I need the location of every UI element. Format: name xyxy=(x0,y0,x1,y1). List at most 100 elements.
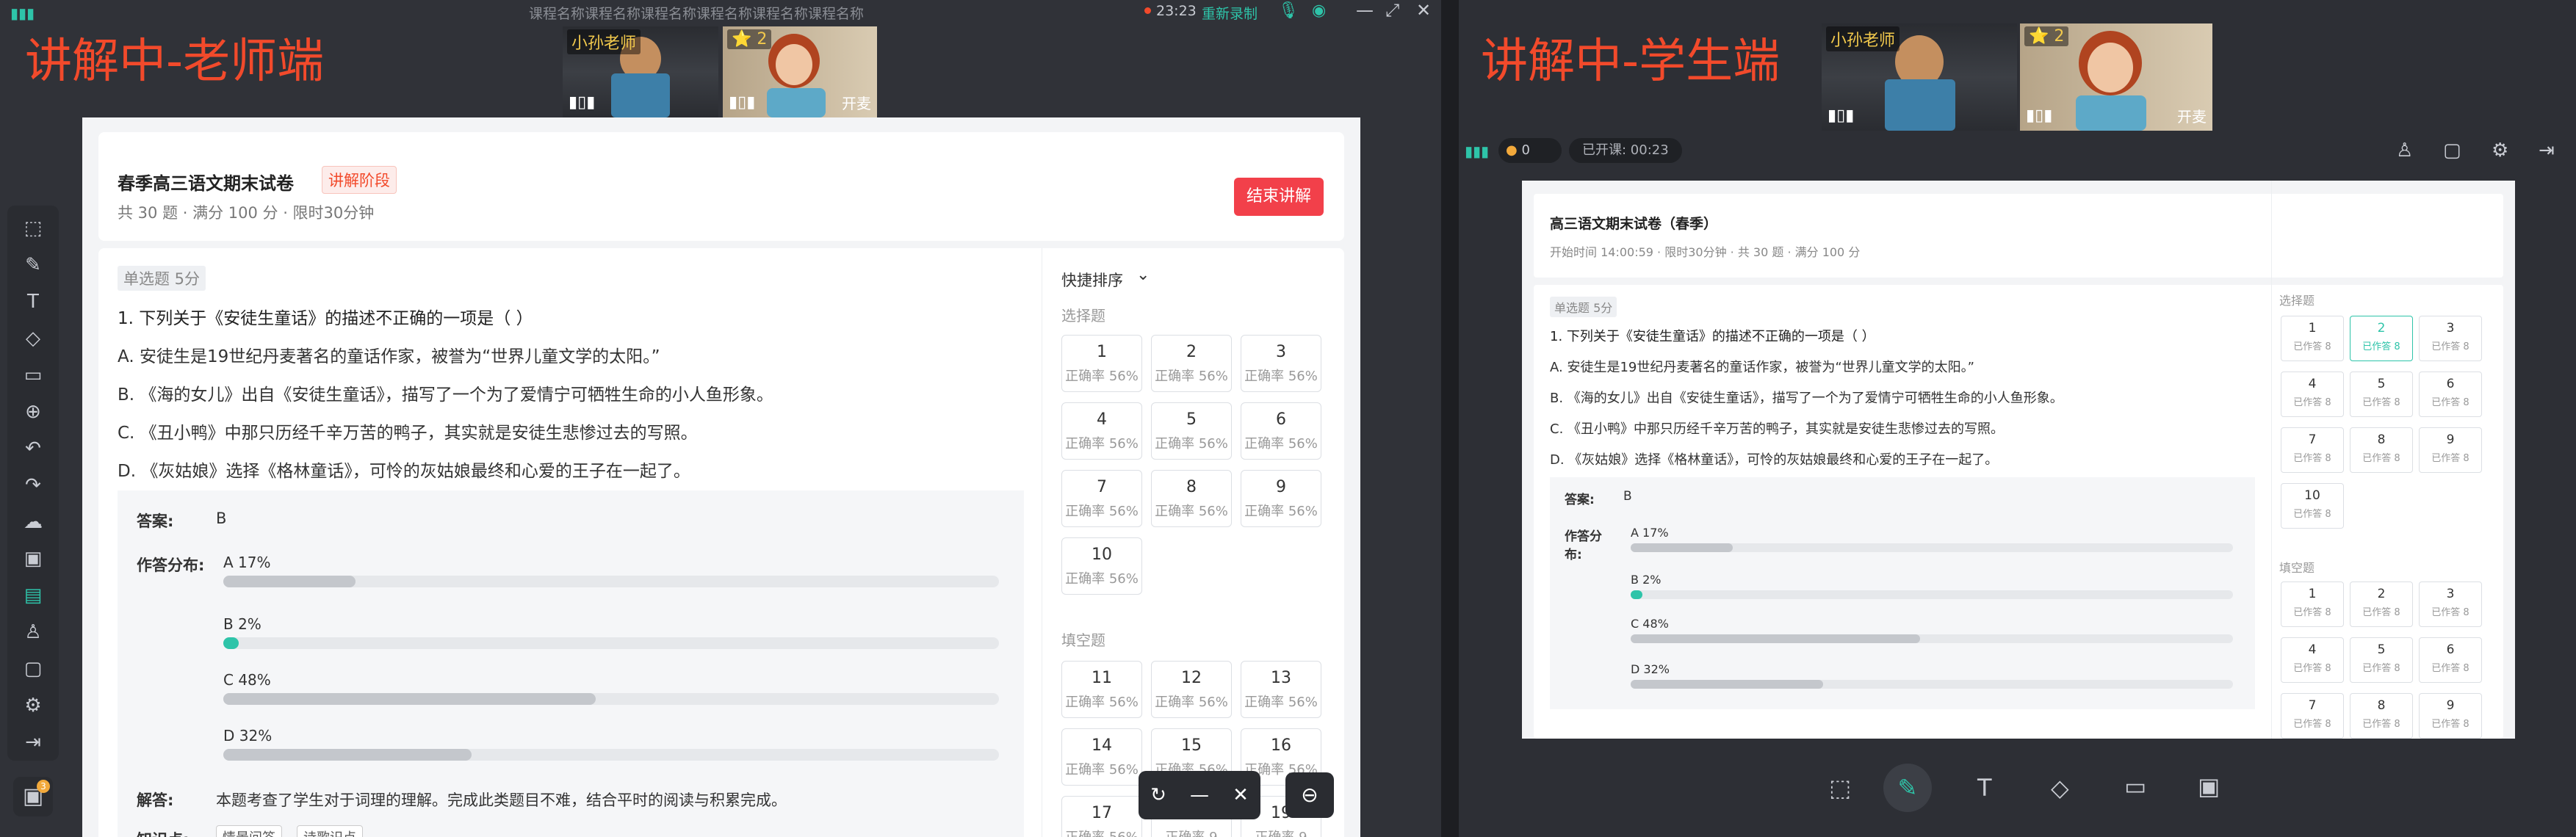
settings-icon[interactable]: ⚙ xyxy=(2492,140,2508,162)
settings-icon[interactable]: ⚙ xyxy=(15,687,51,724)
video-name: 小孙老师 xyxy=(567,29,641,54)
question-nav-item[interactable]: 5 已作答 8 xyxy=(2350,637,2413,683)
distribution-label-d: D 32% xyxy=(223,727,273,744)
analysis-box: 答案: B 作答分布: A 17% B 2% C 48% D 32% xyxy=(118,490,1024,837)
eraser-icon[interactable]: ◇ xyxy=(2051,774,2069,802)
text-icon[interactable]: T xyxy=(1977,774,1992,802)
chat-icon[interactable]: ▢ xyxy=(2443,140,2461,162)
close-icon[interactable]: ✕ xyxy=(1416,0,1431,21)
question-nav-item[interactable]: 6 正确率 56% xyxy=(1241,402,1321,460)
toolbox-icon[interactable]: ▤ xyxy=(15,577,51,614)
question-nav-item[interactable]: 6 已作答 8 xyxy=(2419,372,2482,417)
question-number: 3 xyxy=(2446,587,2455,601)
close-icon[interactable]: ✕ xyxy=(1233,784,1249,806)
sort-label[interactable]: 快捷排序 xyxy=(1061,269,1123,291)
chat-icon[interactable]: ▢ xyxy=(15,651,51,687)
question-nav-item[interactable]: 6 已作答 8 xyxy=(2419,637,2482,683)
question-number: 13 xyxy=(1271,669,1291,687)
laser-icon[interactable]: ⊕ xyxy=(15,394,51,430)
question-nav-item[interactable]: 3 正确率 56% xyxy=(1241,335,1321,392)
eraser-icon[interactable]: ◇ xyxy=(15,320,51,357)
question-nav-item[interactable]: 13 正确率 56% xyxy=(1241,661,1321,718)
exit-icon[interactable]: ⇥ xyxy=(15,724,51,761)
distribution-bar-b xyxy=(1631,590,2233,599)
exit-icon[interactable]: ⇥ xyxy=(2539,140,2555,162)
video-student[interactable]: ⭐ 2 ▮▯▮ 开麦 xyxy=(2020,23,2212,131)
select-icon[interactable]: ⬚ xyxy=(1829,774,1851,802)
question-number: 6 xyxy=(1276,410,1286,429)
question-nav-item[interactable]: 14 正确率 56% xyxy=(1061,728,1142,786)
undo-icon[interactable]: ↶ xyxy=(15,430,51,467)
shrink-button[interactable]: ⊖ xyxy=(1285,772,1334,818)
redo-icon[interactable]: ↷ xyxy=(15,467,51,504)
user-icon[interactable]: ♙ xyxy=(15,614,51,651)
question-nav-item[interactable]: 3 已作答 8 xyxy=(2419,581,2482,627)
distribution-label-b: B 2% xyxy=(223,615,261,633)
distribution-fill-d xyxy=(223,749,472,761)
video-teacher[interactable]: 小孙老师 ▮▯▮ xyxy=(1822,23,2017,131)
user-icon[interactable]: ♙ xyxy=(2396,140,2413,162)
question-stat: 正确率 56% xyxy=(1155,695,1228,710)
question-nav-item[interactable]: 3 已作答 8 xyxy=(2419,316,2482,361)
question-nav-item[interactable]: 4 正确率 56% xyxy=(1061,402,1142,460)
question-nav-item[interactable]: 11 正确率 56% xyxy=(1061,661,1142,718)
minimize-icon[interactable]: — xyxy=(1356,0,1374,21)
mic-icon[interactable]: 🎙 xyxy=(1278,1,1299,20)
question-nav-item[interactable]: 7 正确率 56% xyxy=(1061,470,1142,527)
question-nav-item[interactable]: 4 已作答 8 xyxy=(2281,372,2344,417)
rectangle-icon[interactable]: ▭ xyxy=(2124,772,2146,800)
question-nav-item[interactable]: 10 已作答 8 xyxy=(2281,483,2344,529)
question-nav-item[interactable]: 1 已作答 8 xyxy=(2281,581,2344,627)
audio-wave-icon: ▮▯▮ xyxy=(2026,106,2053,125)
image-icon[interactable]: ▣ xyxy=(2198,772,2220,800)
distribution-b: B 2% xyxy=(223,615,999,649)
minimize-icon[interactable]: — xyxy=(1190,784,1209,806)
apps-button[interactable]: ▣ 3 xyxy=(13,777,53,816)
question-nav-item[interactable]: 2 已作答 8 xyxy=(2350,316,2413,361)
question-nav-item[interactable]: 8 正确率 56% xyxy=(1151,470,1232,527)
question-nav-item[interactable]: 7 已作答 8 xyxy=(2281,427,2344,473)
question-nav-item[interactable]: 2 已作答 8 xyxy=(2350,581,2413,627)
rectangle-icon[interactable]: ▭ xyxy=(15,357,51,394)
question-nav-item[interactable]: 9 已作答 8 xyxy=(2419,693,2482,739)
cloud-icon[interactable]: ☁ xyxy=(15,504,51,540)
question-number: 2 xyxy=(2377,321,2386,336)
refresh-icon[interactable]: ↻ xyxy=(1150,784,1166,806)
question-nav-item[interactable]: 1 正确率 56% xyxy=(1061,335,1142,392)
video-student[interactable]: ⭐ 2 ▮▯▮ 开麦 xyxy=(723,26,877,117)
location-icon[interactable]: ◉ xyxy=(1312,1,1326,20)
question-nav-item[interactable]: 8 已作答 8 xyxy=(2350,693,2413,739)
image-icon[interactable]: ▣ xyxy=(15,540,51,577)
teacher-toolbar: ⬚ ✎ T ◇ ▭ ⊕ ↶ ↷ ☁ ▣ ▤ ♙ ▢ ⚙ ⇥ xyxy=(7,206,59,761)
question-stat: 已作答 8 xyxy=(2431,719,2469,730)
class-time: 已开课: 00:23 xyxy=(1569,138,1682,163)
question-nav-item[interactable]: 8 已作答 8 xyxy=(2350,427,2413,473)
question-nav-item[interactable]: 2 正确率 56% xyxy=(1151,335,1232,392)
question-nav-item[interactable]: 1 已作答 8 xyxy=(2281,316,2344,361)
rerecord-link[interactable]: 重新录制 xyxy=(1202,3,1258,23)
video-teacher[interactable]: 小孙老师 ▮▯▮ xyxy=(563,26,718,117)
question-nav-item[interactable]: 10 正确率 56% xyxy=(1061,537,1142,595)
distribution-fill-d xyxy=(1631,680,1824,689)
question-stat: 已作答 8 xyxy=(2362,453,2400,464)
question-nav-item[interactable]: 7 已作答 8 xyxy=(2281,693,2344,739)
question-number: 8 xyxy=(2377,432,2386,447)
question-nav-item[interactable]: 17 正确率 56% xyxy=(1061,796,1142,837)
text-icon[interactable]: T xyxy=(15,283,51,320)
question-card: 单选题 5分 1. 下列关于《安徒生童话》的描述不正确的一项是（ ） A. 安徒… xyxy=(1534,181,2503,739)
question-number: 3 xyxy=(1276,343,1286,361)
question-number: 6 xyxy=(2446,642,2455,657)
question-nav-item[interactable]: 12 正确率 56% xyxy=(1151,661,1232,718)
question-nav-item[interactable]: 9 正确率 56% xyxy=(1241,470,1321,527)
maximize-icon[interactable]: ⤢ xyxy=(1385,0,1399,21)
pen-icon[interactable]: ✎ xyxy=(15,247,51,283)
end-explain-button[interactable]: 结束讲解 xyxy=(1234,178,1324,216)
question-stat: 已作答 8 xyxy=(2293,453,2331,464)
question-nav-item[interactable]: 4 已作答 8 xyxy=(2281,637,2344,683)
question-nav-item[interactable]: 5 已作答 8 xyxy=(2350,372,2413,417)
chevron-down-icon[interactable]: ⌄ xyxy=(1136,266,1150,284)
question-nav-item[interactable]: 9 已作答 8 xyxy=(2419,427,2482,473)
question-nav-item[interactable]: 5 正确率 56% xyxy=(1151,402,1232,460)
pen-icon[interactable]: ✎ xyxy=(1883,764,1932,812)
select-icon[interactable]: ⬚ xyxy=(15,210,51,247)
